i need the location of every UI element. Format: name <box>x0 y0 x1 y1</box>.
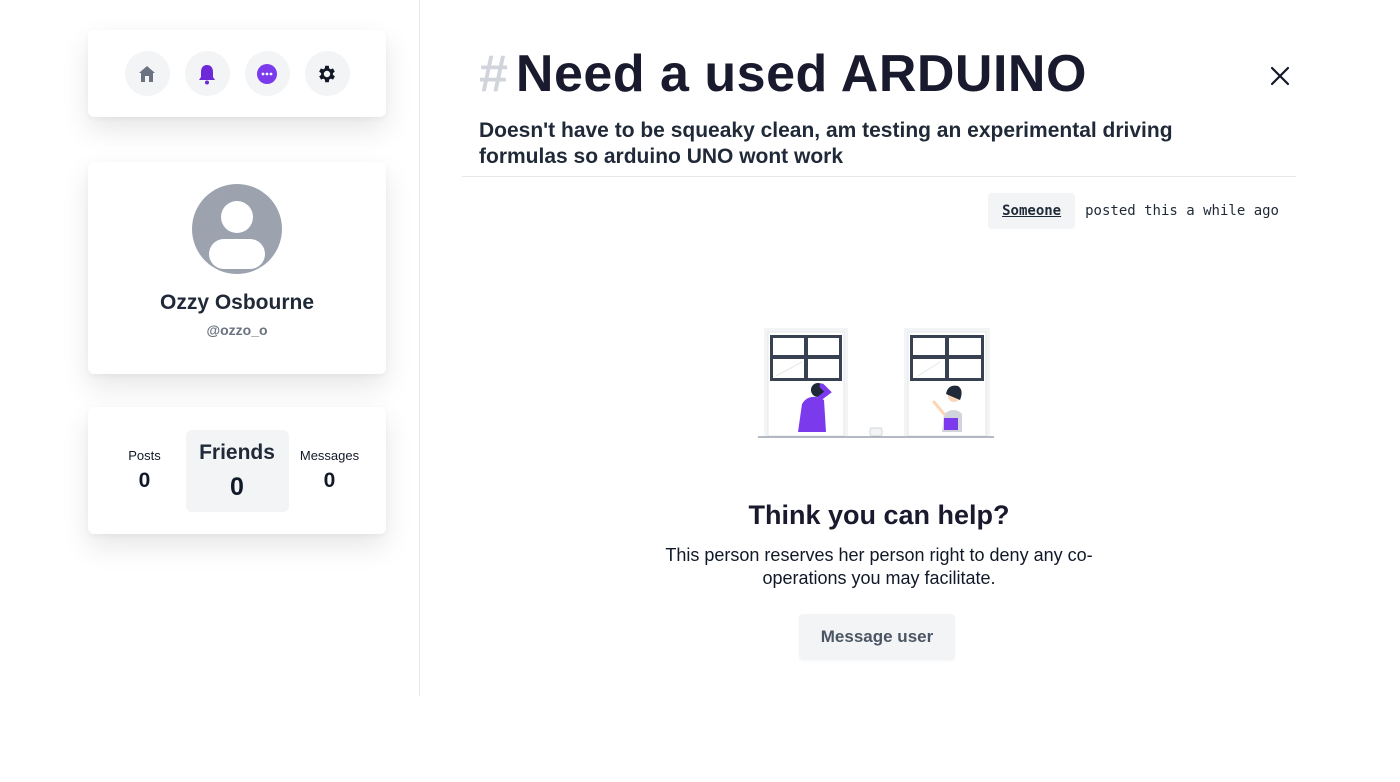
messages-button[interactable] <box>244 51 290 96</box>
post-title: Need a used ARDUINO <box>515 45 1087 103</box>
user-avatar-icon <box>209 201 265 269</box>
posted-text: posted this a while ago <box>1085 203 1279 219</box>
windows-illustration <box>758 322 998 444</box>
divider <box>462 176 1296 177</box>
stats-card: Posts 0 Friends 0 Messages 0 <box>88 407 386 534</box>
avatar[interactable] <box>192 184 282 274</box>
message-user-button[interactable]: Message user <box>799 614 955 660</box>
home-icon <box>137 64 157 84</box>
bell-icon <box>197 63 217 85</box>
chat-icon <box>256 63 278 85</box>
stat-messages-label: Messages <box>299 448 360 463</box>
close-icon <box>1270 66 1290 86</box>
stat-friends[interactable]: Friends 0 <box>185 429 289 512</box>
help-text: This person reserves her person right to… <box>665 545 1093 588</box>
post-title-row: # Need a used ARDUINO <box>479 44 1087 104</box>
stat-friends-label: Friends <box>199 440 275 464</box>
stat-messages-value: 0 <box>323 469 336 492</box>
notifications-button[interactable] <box>184 51 230 96</box>
sidebar: Ozzy Osbourne @ozzo_o Posts 0 Friends 0 … <box>0 0 420 696</box>
gear-icon <box>316 63 338 85</box>
author-link[interactable]: Someone <box>988 193 1076 229</box>
stat-friends-value: 0 <box>230 472 244 501</box>
nav-card <box>88 30 386 117</box>
help-title: Think you can help? <box>748 500 1010 530</box>
stat-posts[interactable]: Posts 0 <box>105 448 185 493</box>
post-meta: Someone posted this a while ago <box>988 193 1279 229</box>
hash-symbol: # <box>479 45 508 103</box>
post-detail: # Need a used ARDUINO Doesn't have to be… <box>462 0 1296 696</box>
profile-handle: @ozzo_o <box>206 322 268 338</box>
close-button[interactable] <box>1268 64 1292 88</box>
settings-button[interactable] <box>304 51 350 96</box>
profile-card: Ozzy Osbourne @ozzo_o <box>88 162 386 374</box>
stat-posts-label: Posts <box>128 448 161 463</box>
profile-name: Ozzy Osbourne <box>159 291 315 314</box>
stat-messages[interactable]: Messages 0 <box>290 448 370 493</box>
home-button[interactable] <box>124 51 170 96</box>
stat-posts-value: 0 <box>138 469 151 492</box>
post-subtitle: Doesn't have to be squeaky clean, am tes… <box>479 119 1173 168</box>
